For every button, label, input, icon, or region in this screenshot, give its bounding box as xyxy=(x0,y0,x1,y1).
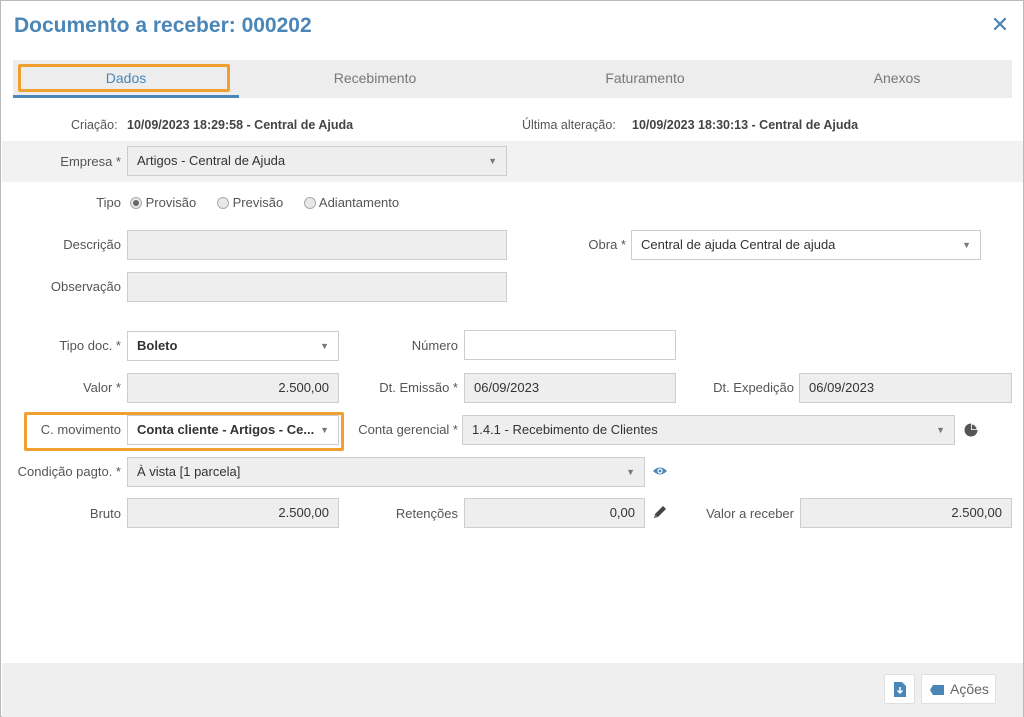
radio-icon xyxy=(130,196,142,209)
c-movimento-value: Conta cliente - Artigos - Ce... xyxy=(137,422,315,437)
dt-emissao-label: Dt. Emissão * xyxy=(379,380,458,395)
valor-label: Valor * xyxy=(82,380,121,395)
tab-anexos[interactable]: Anexos xyxy=(785,60,1009,98)
chevron-down-icon: ▼ xyxy=(626,467,635,477)
condicao-pagto-select[interactable]: À vista [1 parcela] ▼ xyxy=(127,457,645,487)
condicao-pagto-label: Condição pagto. * xyxy=(17,464,121,479)
radio-adiantamento-label: Adiantamento xyxy=(318,195,400,210)
radio-previsao[interactable]: Previsão xyxy=(217,195,283,210)
valor-input[interactable]: 2.500,00 xyxy=(127,373,339,403)
document-icon xyxy=(894,682,906,697)
actions-button[interactable]: Ações xyxy=(921,674,996,704)
tipo-label: Tipo xyxy=(96,195,121,210)
document-button[interactable] xyxy=(884,674,915,704)
descricao-label: Descrição xyxy=(63,237,121,252)
chevron-down-icon: ▼ xyxy=(962,240,971,250)
close-icon[interactable]: ✕ xyxy=(990,14,1010,36)
dt-expedicao-input[interactable]: 06/09/2023 xyxy=(799,373,1012,403)
radio-provisao-label: Provisão xyxy=(145,195,197,210)
tipo-doc-label: Tipo doc. * xyxy=(59,338,121,353)
bruto-input[interactable]: 2.500,00 xyxy=(127,498,339,528)
chevron-down-icon: ▼ xyxy=(320,425,329,435)
dialog-footer xyxy=(2,663,1023,717)
chevron-down-icon: ▼ xyxy=(320,341,329,351)
obra-label: Obra * xyxy=(588,237,626,252)
conta-gerencial-select[interactable]: 1.4.1 - Recebimento de Clientes ▼ xyxy=(462,415,955,445)
radio-provisao[interactable]: Provisão xyxy=(130,195,196,210)
actions-label: Ações xyxy=(950,681,989,697)
bruto-label: Bruto xyxy=(89,506,121,521)
empresa-label: Empresa * xyxy=(60,154,121,169)
c-movimento-label: C. movimento xyxy=(40,422,121,437)
tipo-doc-value: Boleto xyxy=(137,338,178,353)
numero-label: Número xyxy=(411,338,458,353)
radio-previsao-label: Previsão xyxy=(232,195,284,210)
created-label: Criação: xyxy=(71,118,118,132)
dt-emissao-input[interactable]: 06/09/2023 xyxy=(464,373,676,403)
retencoes-label: Retenções xyxy=(395,506,458,521)
updated-label: Última alteração: xyxy=(522,118,616,132)
created-value: 10/09/2023 18:29:58 - Central de Ajuda xyxy=(127,118,354,132)
document-dialog: Documento a receber: 000202 ✕ Dados Rece… xyxy=(0,0,1024,717)
pie-chart-icon[interactable] xyxy=(963,422,979,438)
tab-recebimento[interactable]: Recebimento xyxy=(263,60,487,98)
empresa-value: Artigos - Central de Ajuda xyxy=(137,153,286,168)
retencoes-input[interactable]: 0,00 xyxy=(464,498,645,528)
tab-dados[interactable]: Dados xyxy=(13,60,239,98)
observacao-label: Observação xyxy=(50,279,121,294)
tipo-doc-select[interactable]: Boleto ▼ xyxy=(127,331,339,361)
valor-receber-label: Valor a receber xyxy=(706,506,794,521)
dialog-title: Documento a receber: 000202 xyxy=(14,14,312,37)
pencil-icon[interactable] xyxy=(652,504,668,520)
radio-icon xyxy=(304,196,316,209)
tab-faturamento[interactable]: Faturamento xyxy=(533,60,757,98)
obra-select[interactable]: Central de ajuda Central de ajuda ▼ xyxy=(631,230,981,260)
numero-input[interactable] xyxy=(464,330,676,360)
empresa-select[interactable]: Artigos - Central de Ajuda ▼ xyxy=(127,146,507,176)
eye-icon[interactable] xyxy=(652,464,668,478)
radio-adiantamento[interactable]: Adiantamento xyxy=(304,195,399,210)
descricao-input[interactable] xyxy=(127,230,507,260)
radio-icon xyxy=(217,196,229,209)
updated-value: 10/09/2023 18:30:13 - Central de Ajuda xyxy=(632,118,859,132)
conta-gerencial-label: Conta gerencial * xyxy=(358,422,458,437)
observacao-input[interactable] xyxy=(127,272,507,302)
c-movimento-select[interactable]: Conta cliente - Artigos - Ce... ▼ xyxy=(127,415,339,445)
valor-receber-input[interactable]: 2.500,00 xyxy=(800,498,1012,528)
condicao-pagto-value: À vista [1 parcela] xyxy=(137,464,241,479)
dt-expedicao-label: Dt. Expedição xyxy=(713,380,794,395)
chevron-down-icon: ▼ xyxy=(488,156,497,166)
actions-icon xyxy=(930,685,944,695)
obra-value: Central de ajuda Central de ajuda xyxy=(641,237,836,252)
chevron-down-icon: ▼ xyxy=(936,425,945,435)
conta-gerencial-value: 1.4.1 - Recebimento de Clientes xyxy=(472,422,658,437)
